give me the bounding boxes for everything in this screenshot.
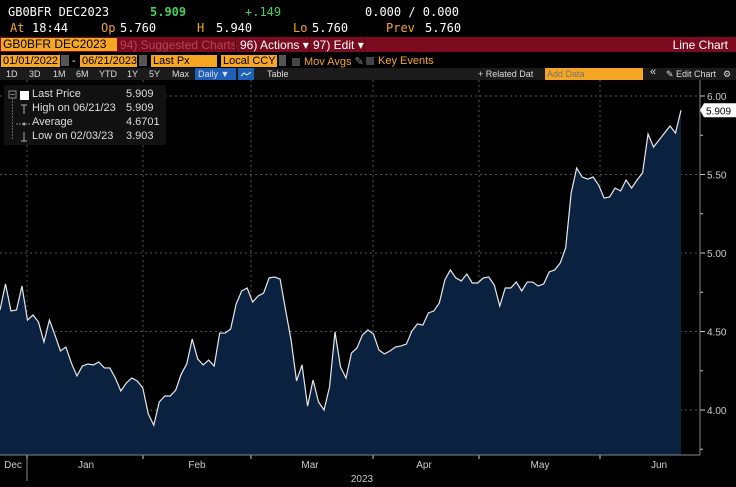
- x-tick-label: Feb: [188, 460, 206, 471]
- calendar-icon[interactable]: [139, 55, 147, 66]
- open-value: 5.760: [120, 21, 157, 35]
- net-change: +.149: [245, 5, 282, 19]
- checkbox-icon: [366, 57, 374, 65]
- x-tick-label: Apr: [416, 460, 432, 471]
- period-toolbar: 1D 3D 1M 6M YTD 1Y 5Y Max Daily ▼ Table …: [0, 66, 736, 80]
- last-price: 5.909: [150, 5, 187, 19]
- currency-select[interactable]: Local CCY: [221, 55, 277, 67]
- period-3d[interactable]: 3D: [29, 68, 41, 80]
- legend-average-label: Average: [32, 116, 73, 128]
- legend-tree-icon: [8, 90, 30, 142]
- period-1y[interactable]: 1Y: [127, 68, 138, 80]
- pencil-icon: ✎: [354, 56, 364, 68]
- x-tick-label: Jun: [651, 460, 667, 471]
- legend-last-value: 5.909: [126, 88, 154, 100]
- mov-avgs-label: Mov Avgs: [304, 56, 352, 68]
- legend-last-label: Last Price: [32, 88, 81, 100]
- period-1d[interactable]: 1D: [6, 68, 18, 80]
- period-ytd[interactable]: YTD: [99, 68, 117, 80]
- last-value-tag: 5.909: [700, 103, 736, 118]
- actions-menu[interactable]: 96) Actions ▾: [240, 38, 309, 52]
- period-6m[interactable]: 6M: [76, 68, 89, 80]
- field-select[interactable]: Last Px: [151, 55, 217, 67]
- x-tick-label: May: [531, 460, 550, 471]
- prev-label: Prev: [386, 21, 415, 35]
- period-max[interactable]: Max: [172, 68, 189, 80]
- legend-low-label: Low on 02/03/23: [32, 130, 114, 142]
- controls-row: 01/01/2022 - 06/21/2023 Last Px Local CC…: [0, 55, 736, 68]
- menu-bar: GB0BFR DEC2023 In 94) Suggested Charts 9…: [0, 37, 736, 52]
- period-1m[interactable]: 1M: [53, 68, 66, 80]
- open-label: Op: [101, 21, 116, 35]
- security-input[interactable]: GB0BFR DEC2023 In: [1, 38, 117, 51]
- gear-icon[interactable]: ⚙: [723, 68, 731, 80]
- table-button[interactable]: Table: [267, 68, 289, 80]
- prev-value: 5.760: [425, 21, 462, 35]
- legend-average-value: 4.6701: [126, 116, 160, 128]
- date-dash: -: [72, 55, 76, 67]
- at-label: At: [10, 21, 25, 35]
- ticker: GB0BFR DEC2023: [8, 5, 110, 19]
- x-tick-label: Mar: [301, 460, 319, 471]
- x-year-label: 2023: [351, 474, 374, 485]
- y-tick-label: 4.00: [707, 406, 727, 417]
- high-value: 5.940: [216, 21, 253, 35]
- start-date-input[interactable]: 01/01/2022: [1, 55, 60, 67]
- low-label: Lo: [293, 21, 308, 35]
- add-data-input[interactable]: [545, 68, 643, 80]
- checkbox-icon: [292, 58, 300, 66]
- bid-ask: 0.000 / 0.000: [365, 5, 459, 19]
- frequency-select[interactable]: Daily ▼: [195, 68, 236, 80]
- price-area: [0, 110, 681, 456]
- high-label: H: [197, 21, 205, 35]
- collapse-icon[interactable]: «: [650, 66, 656, 78]
- edit-chart-button[interactable]: ✎ Edit Chart: [666, 68, 716, 80]
- key-events-toggle[interactable]: Key Events: [366, 55, 434, 67]
- related-data-button[interactable]: + Related Dat: [478, 68, 533, 80]
- y-tick-label: 5.50: [707, 171, 727, 182]
- chart-type-title: Line Chart: [672, 38, 728, 52]
- calendar-icon[interactable]: [61, 55, 69, 66]
- x-tick-label: Jan: [78, 460, 94, 471]
- chart-legend: Last Price 5.909 High on 06/21/23 5.909 …: [4, 85, 166, 145]
- period-5y[interactable]: 5Y: [149, 68, 160, 80]
- y-tick-label: 6.00: [707, 92, 727, 103]
- low-value: 5.760: [312, 21, 349, 35]
- legend-high-label: High on 06/21/23: [32, 102, 116, 114]
- x-tick-label: Dec: [4, 460, 22, 471]
- key-events-label: Key Events: [378, 55, 434, 67]
- y-tick-label: 4.50: [707, 328, 727, 339]
- legend-low-value: 3.903: [126, 130, 154, 142]
- suggested-charts-button[interactable]: 94) Suggested Charts: [120, 38, 237, 52]
- mov-avgs-toggle[interactable]: Mov Avgs ✎: [292, 55, 364, 68]
- legend-high-value: 5.909: [126, 102, 154, 114]
- dropdown-arrow-icon[interactable]: [279, 55, 286, 66]
- line-chart-icon[interactable]: [238, 68, 254, 80]
- edit-menu[interactable]: 97) Edit ▾: [313, 38, 364, 52]
- y-tick-label: 5.00: [707, 249, 727, 260]
- last-value-label: 5.909: [706, 106, 731, 117]
- at-value: 18:44: [32, 21, 69, 35]
- end-date-input[interactable]: 06/21/2023: [80, 55, 137, 67]
